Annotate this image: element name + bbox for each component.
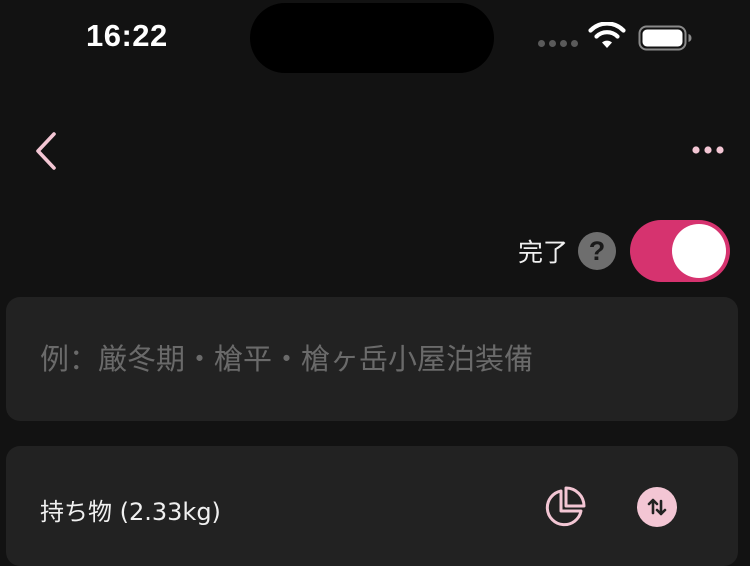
status-time: 16:22	[86, 18, 168, 53]
items-card: 持ち物 (2.33kg)	[6, 446, 738, 566]
pie-chart-icon	[545, 486, 586, 527]
complete-row: 完了 ?	[518, 220, 730, 282]
toggle-knob	[672, 224, 726, 278]
help-icon[interactable]: ?	[578, 232, 616, 270]
dynamic-island	[250, 3, 494, 73]
pie-chart-button[interactable]	[540, 484, 588, 532]
back-button[interactable]	[26, 126, 66, 176]
wifi-icon	[588, 22, 626, 48]
complete-toggle[interactable]	[630, 220, 730, 282]
battery-icon	[638, 25, 692, 51]
chevron-left-icon	[36, 132, 56, 170]
items-title: 持ち物 (2.33kg)	[40, 498, 221, 526]
cellular-signal-icon	[538, 40, 578, 47]
complete-label: 完了	[517, 238, 568, 267]
ellipsis-icon	[692, 146, 724, 154]
more-options-button[interactable]	[686, 134, 730, 166]
sort-arrows-icon	[647, 498, 667, 516]
sort-button[interactable]	[637, 487, 677, 527]
name-card	[6, 297, 738, 421]
list-name-input[interactable]	[40, 331, 700, 387]
